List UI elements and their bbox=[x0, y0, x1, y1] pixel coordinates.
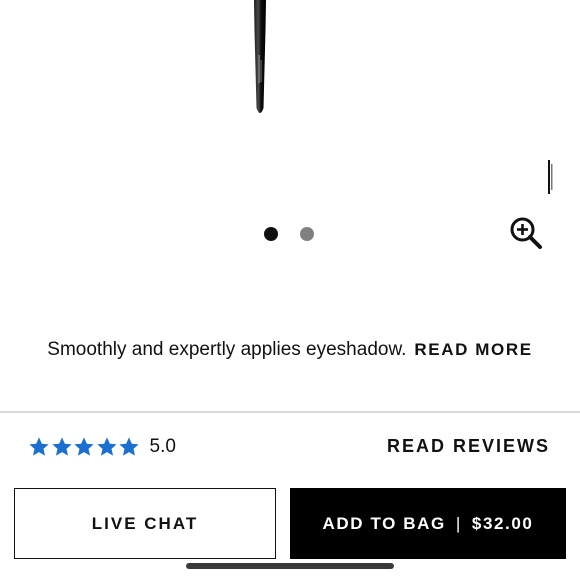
price-label: $32.00 bbox=[471, 513, 534, 533]
read-more-link[interactable]: READ MORE bbox=[414, 340, 532, 359]
section-divider bbox=[0, 411, 580, 413]
star-icon bbox=[119, 437, 139, 456]
product-image-carousel[interactable] bbox=[0, 0, 580, 300]
carousel-dot-1[interactable] bbox=[264, 227, 278, 241]
zoom-in-icon[interactable] bbox=[509, 216, 543, 250]
price-separator: | bbox=[455, 513, 462, 533]
rating-stars bbox=[28, 436, 141, 458]
read-reviews-link[interactable]: READ REVIEWS bbox=[387, 436, 550, 457]
carousel-pagination bbox=[264, 227, 314, 241]
star-icon bbox=[51, 437, 72, 456]
star-icon bbox=[96, 437, 117, 456]
live-chat-button[interactable]: LIVE CHAT bbox=[14, 488, 276, 559]
product-image-brush bbox=[254, 0, 266, 113]
carousel-dot-2[interactable] bbox=[300, 227, 314, 241]
description-text: Smoothly and expertly applies eyeshadow. bbox=[47, 339, 407, 360]
star-icon bbox=[29, 437, 49, 456]
home-indicator bbox=[186, 563, 394, 569]
rating-value: 5.0 bbox=[149, 436, 176, 457]
add-to-bag-button[interactable]: ADD TO BAG | $32.00 bbox=[290, 488, 566, 559]
add-to-bag-label: ADD TO BAG bbox=[322, 513, 446, 533]
star-icon bbox=[74, 437, 94, 456]
product-rating[interactable]: 5.0 bbox=[28, 433, 176, 461]
next-image-peek bbox=[548, 160, 553, 194]
live-chat-label: LIVE CHAT bbox=[91, 513, 199, 533]
product-description: Smoothly and expertly applies eyeshadow.… bbox=[40, 336, 540, 364]
